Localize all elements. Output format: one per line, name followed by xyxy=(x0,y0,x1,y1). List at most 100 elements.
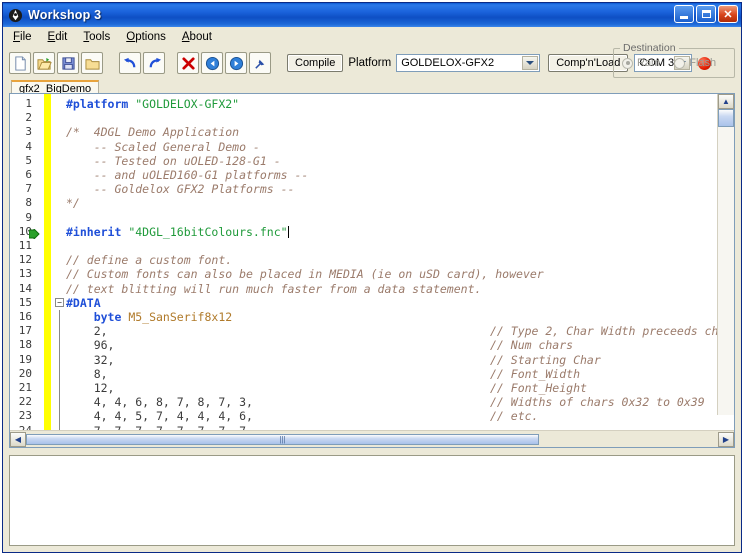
editor-horizontal-scrollbar[interactable]: ◀ ||| ▶ xyxy=(10,430,734,447)
line-number: 8 xyxy=(25,196,32,210)
fold-guide-line xyxy=(59,338,60,353)
minimize-button[interactable] xyxy=(674,5,694,23)
fold-guide-line xyxy=(59,423,60,430)
code-token: -- Scaled General Demo - xyxy=(66,139,260,154)
code-line: 12, xyxy=(66,381,115,395)
scroll-left-button[interactable]: ◀ xyxy=(10,431,26,447)
folder-button[interactable] xyxy=(81,52,103,74)
code-token: // text blitting will run much faster fr… xyxy=(66,281,482,296)
code-line: // define a custom font. xyxy=(66,253,232,267)
code-token: -- Tested on uOLED-128-G1 - xyxy=(66,153,281,168)
code-token: #platform xyxy=(66,97,136,111)
code-token: -- and uOLED160-G1 platforms -- xyxy=(66,168,309,182)
line-number: 16 xyxy=(18,310,32,323)
code-line: #platform "GOLDELOX-GFX2" xyxy=(66,97,239,111)
code-line: */ xyxy=(66,196,80,210)
redo-button[interactable] xyxy=(143,52,165,74)
delete-button[interactable] xyxy=(177,52,199,74)
code-line: #inherit "4DGL_16bitColours.fnc" xyxy=(66,225,289,239)
editor-gutter: 123456789101112131415161718192021222324 … xyxy=(10,94,64,430)
code-token: M5_SanSerif8x12 xyxy=(128,310,233,324)
code-line: -- Tested on uOLED-128-G1 - xyxy=(66,154,281,168)
fold-guide-line xyxy=(59,366,60,381)
floppy-icon xyxy=(61,56,75,70)
code-line: 4, 4, 6, 8, 7, 8, 7, 3, xyxy=(66,395,253,409)
destination-radio-flash[interactable]: Flash xyxy=(674,57,716,69)
menu-item-options[interactable]: Options xyxy=(126,31,166,43)
fold-column[interactable]: − xyxy=(55,94,64,430)
code-token: 96, xyxy=(66,338,115,353)
code-token: 32, xyxy=(66,352,115,367)
code-line: -- Scaled General Demo - xyxy=(66,140,260,154)
line-number: 24 xyxy=(10,424,32,430)
compile-button[interactable]: Compile xyxy=(287,54,344,72)
pin-button[interactable] xyxy=(249,52,271,74)
code-token: #DATA xyxy=(66,295,101,310)
line-number: 12 xyxy=(18,253,32,267)
code-token: 7, 7, 7, 7, 7, 7, 7, 7, xyxy=(66,424,253,430)
line-number: 19 xyxy=(18,352,32,366)
scroll-right-button[interactable]: ▶ xyxy=(718,431,734,447)
line-number: 7 xyxy=(25,182,32,196)
pushpin-icon xyxy=(254,59,264,69)
close-button[interactable]: ✕ xyxy=(718,5,738,23)
application-window: Workshop 3 ✕ File Edit Tools Options Abo… xyxy=(2,2,742,553)
back-button[interactable] xyxy=(201,52,223,74)
code-token: 2, xyxy=(66,324,108,339)
blue-left-icon xyxy=(205,56,219,70)
radio-selected-icon xyxy=(622,57,633,69)
menu-item-file[interactable]: File xyxy=(13,31,32,43)
new-file-icon xyxy=(14,55,26,71)
line-number: 11 xyxy=(18,239,32,252)
line-number: 15 xyxy=(18,295,32,309)
folder-open-icon xyxy=(36,57,52,70)
vertical-scroll-thumb[interactable] xyxy=(718,109,734,127)
code-line: -- Goldelox GFX2 Platforms -- xyxy=(66,182,295,197)
maximize-button[interactable] xyxy=(696,5,716,23)
line-number: 21 xyxy=(18,381,32,394)
code-token: 4, 4, 6, 8, 7, 8, 7, 3, xyxy=(66,395,253,410)
menu-item-edit[interactable]: Edit xyxy=(48,31,68,43)
destination-caption: Destination xyxy=(620,42,679,54)
blue-right-icon xyxy=(229,56,243,70)
chevron-down-icon[interactable] xyxy=(522,56,539,70)
code-line: 2, xyxy=(66,324,108,338)
scroll-up-button[interactable]: ▲ xyxy=(718,94,734,109)
red-x-icon xyxy=(181,56,195,70)
scroll-thumb-grip: ||| xyxy=(279,434,286,444)
modified-lines-bar xyxy=(44,94,51,430)
code-line: // Custom fonts can also be placed in ME… xyxy=(66,267,544,281)
output-pane xyxy=(9,455,735,546)
line-number: 6 xyxy=(25,168,32,181)
destination-radio-ram[interactable]: Ram xyxy=(622,57,660,69)
code-token: -- Goldelox GFX2 Platforms -- xyxy=(66,182,295,197)
code-line: 96, xyxy=(66,338,115,353)
menu-item-about[interactable]: About xyxy=(182,31,212,43)
line-number: 22 xyxy=(18,395,32,409)
line-number: 5 xyxy=(25,153,32,167)
code-line: -- and uOLED160-G1 platforms -- xyxy=(66,168,309,182)
new-file-button[interactable] xyxy=(9,52,31,74)
editor-body[interactable]: 123456789101112131415161718192021222324 … xyxy=(10,94,734,430)
toolbar: Compile Platform GOLDELOX-GFX2 Comp'n'Lo… xyxy=(3,42,741,79)
code-trailing-comment: // Starting Char xyxy=(490,352,601,367)
undo-button[interactable] xyxy=(119,52,141,74)
code-trailing-comment: // Font_Width xyxy=(490,366,581,381)
horizontal-scroll-thumb[interactable]: ||| xyxy=(26,433,539,445)
code-token: 4, 4, 5, 7, 4, 4, 4, 6, xyxy=(66,409,253,424)
destination-ram-label: Ram xyxy=(637,57,661,69)
code-token: 8, xyxy=(66,366,108,381)
code-token: "GOLDELOX-GFX2" xyxy=(135,97,240,111)
code-trailing-comment: // Widths of chars 0x32 to 0x39 xyxy=(490,395,705,410)
save-file-button[interactable] xyxy=(57,52,79,74)
platform-select[interactable]: GOLDELOX-GFX2 xyxy=(396,54,541,72)
green-arrow-icon xyxy=(28,226,40,241)
line-number: 14 xyxy=(18,281,32,295)
editor-vertical-scrollbar[interactable]: ▲ xyxy=(717,94,734,415)
code-text-area[interactable]: #platform "GOLDELOX-GFX2" /* 4DGL Demo Ap… xyxy=(62,94,734,430)
forward-button[interactable] xyxy=(225,52,247,74)
open-file-button[interactable] xyxy=(33,52,55,74)
code-token: /* 4DGL Demo Application xyxy=(66,125,240,140)
line-number: 1 xyxy=(25,97,32,110)
menu-item-tools[interactable]: Tools xyxy=(83,31,110,43)
